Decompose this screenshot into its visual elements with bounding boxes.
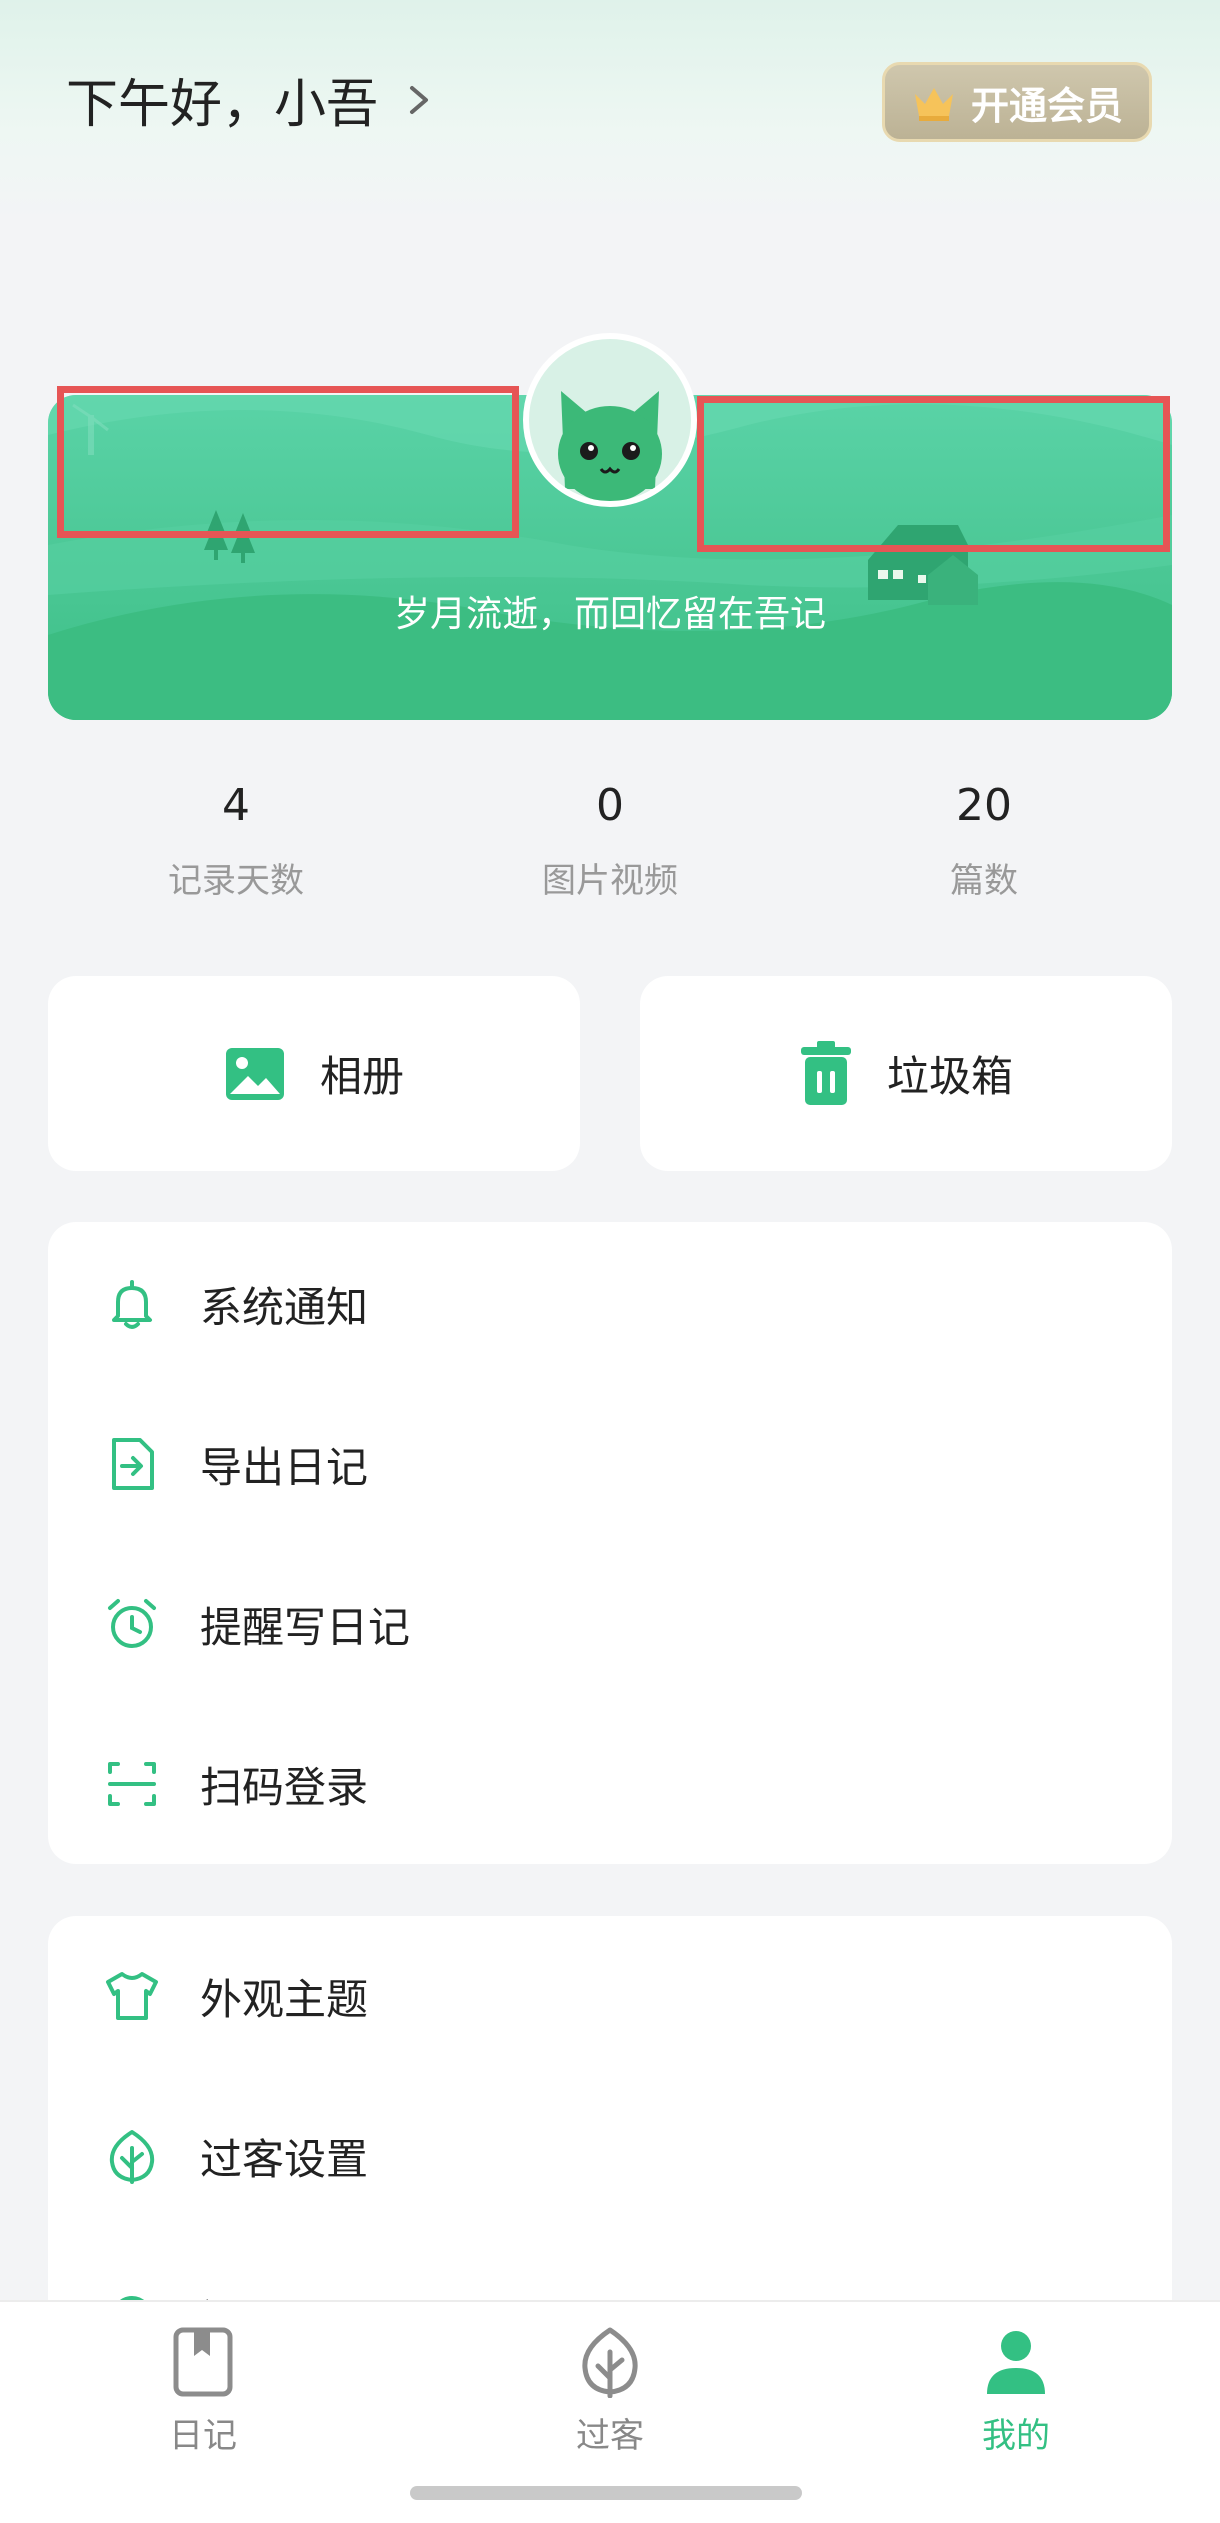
stat-label: 篇数 — [950, 861, 1018, 901]
tab-diary[interactable]: 日记 — [103, 2326, 303, 2457]
trash-button[interactable]: 垃圾箱 — [640, 976, 1172, 1171]
stat-value: 20 — [956, 780, 1012, 831]
stat-label: 图片视频 — [542, 861, 678, 901]
highlight-box-right — [697, 396, 1170, 552]
cat-avatar-icon — [558, 391, 662, 501]
export-file-icon — [112, 1438, 154, 1490]
person-icon — [987, 2331, 1045, 2394]
greeting-text: 下午好，小吾 — [66, 75, 379, 135]
banner-slogan: 岁月流逝，而回忆留在吾记 — [393, 594, 826, 635]
menu-group-1: 系统通知 导出日记 提醒写日记 扫码登录 — [48, 1222, 1172, 1864]
greeting-link[interactable]: 下午好，小吾 — [66, 62, 434, 137]
menu-item-visitor-settings[interactable]: 过客设置 — [48, 2076, 1172, 2236]
bell-icon — [112, 1280, 152, 1329]
album-label: 相册 — [319, 1052, 404, 1101]
tab-label: 日记 — [169, 2416, 237, 2456]
trash-icon — [800, 1040, 851, 1105]
image-icon — [225, 1047, 284, 1100]
highlight-box-left — [57, 386, 519, 538]
album-button[interactable]: 相册 — [48, 976, 580, 1171]
menu-item-label: 扫码登录 — [200, 1762, 369, 1812]
open-vip-button[interactable]: 开通会员 — [882, 62, 1152, 142]
leaf-icon — [582, 2327, 638, 2399]
menu-item-scan-login[interactable]: 扫码登录 — [48, 1704, 1172, 1864]
alarm-clock-icon — [108, 1599, 156, 1648]
tab-label: 我的 — [982, 2416, 1050, 2456]
menu-item-label: 系统通知 — [200, 1282, 369, 1332]
menu-item-label: 导出日记 — [200, 1442, 369, 1492]
menu-item-label: 提醒写日记 — [200, 1602, 411, 1652]
menu-item-diary-reminder[interactable]: 提醒写日记 — [48, 1544, 1172, 1704]
tab-mine[interactable]: 我的 — [916, 2326, 1116, 2457]
shirt-icon — [106, 1972, 158, 2020]
stat-record-days[interactable]: 4 记录天数 — [86, 780, 386, 902]
diary-book-icon — [173, 2327, 233, 2397]
vip-label: 开通会员 — [970, 83, 1123, 128]
tab-label: 过客 — [576, 2416, 644, 2456]
stat-entries[interactable]: 20 篇数 — [834, 780, 1134, 902]
leaf-icon — [109, 2130, 155, 2184]
crown-icon — [914, 88, 953, 121]
stat-media[interactable]: 0 图片视频 — [460, 780, 760, 902]
menu-item-system-notice[interactable]: 系统通知 — [48, 1224, 1172, 1384]
trash-label: 垃圾箱 — [886, 1052, 1013, 1101]
menu-item-export-diary[interactable]: 导出日记 — [48, 1384, 1172, 1544]
chevron-right-icon — [410, 85, 429, 114]
scan-icon — [108, 1762, 156, 1806]
menu-item-label: 外观主题 — [200, 1974, 369, 2024]
stat-value: 4 — [222, 780, 250, 831]
home-indicator[interactable] — [410, 2486, 802, 2500]
menu-item-label: 过客设置 — [200, 2134, 369, 2184]
avatar[interactable] — [523, 333, 697, 507]
tab-visitor[interactable]: 过客 — [510, 2326, 710, 2457]
menu-item-theme[interactable]: 外观主题 — [48, 1916, 1172, 2076]
stat-label: 记录天数 — [168, 861, 304, 901]
stat-value: 0 — [596, 780, 624, 831]
